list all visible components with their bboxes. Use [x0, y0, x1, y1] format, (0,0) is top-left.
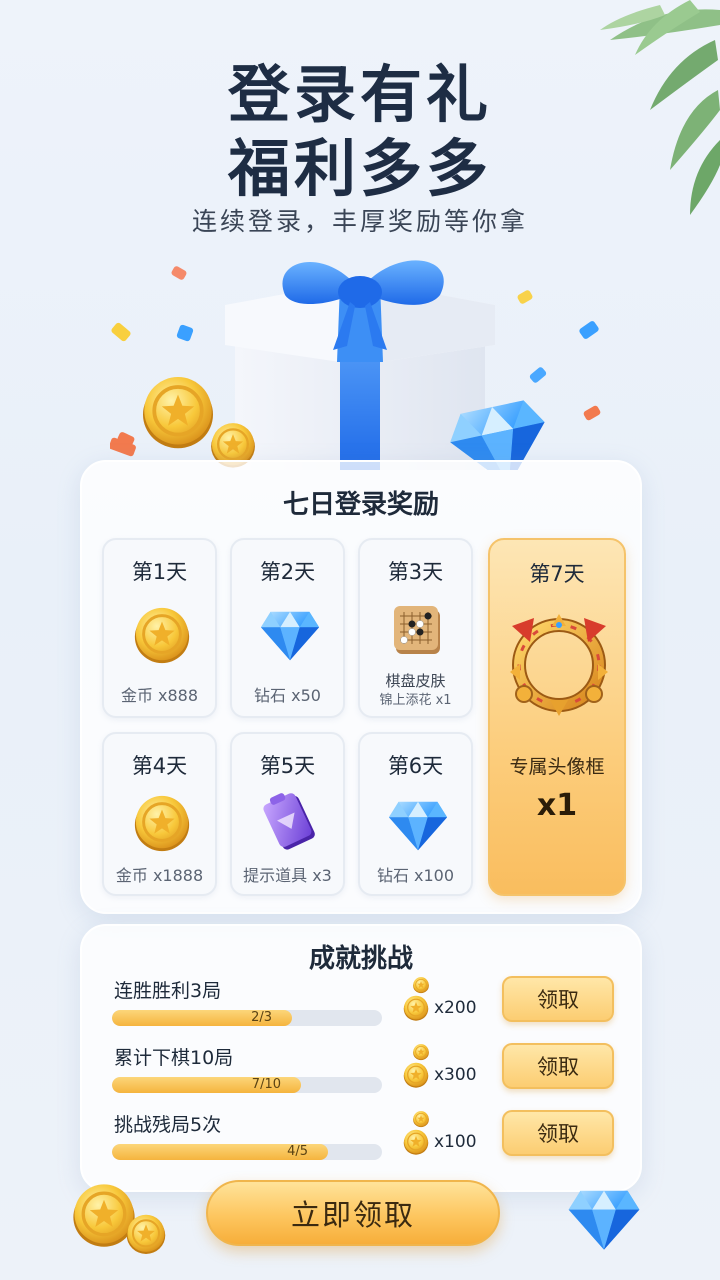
- day-tile-6[interactable]: 第6天 钻石 x100: [358, 732, 473, 896]
- day-reward: 棋盘皮肤 锦上添花 x1: [360, 672, 471, 710]
- progress-text: 2/3: [251, 1010, 273, 1025]
- claim-button[interactable]: 领取: [502, 976, 614, 1022]
- day-reward-sub: 锦上添花 x1: [379, 693, 452, 708]
- day-tile-1[interactable]: 第1天 金币 x888: [102, 538, 217, 718]
- achievement-row: 累计下棋10局 7/10 x300 领取: [112, 1043, 622, 1103]
- day-reward-main: 棋盘皮肤: [385, 672, 446, 690]
- hero-illustration: [0, 240, 720, 470]
- day-reward: 钻石 x50: [254, 686, 321, 705]
- day-tile-3[interactable]: 第3天 棋盘皮肤 锦上添花 x1: [358, 538, 473, 718]
- page-subtitle: 连续登录，丰厚奖励等你拿: [191, 207, 528, 236]
- day-tile-5[interactable]: 第5天 提示道具 x3: [230, 732, 345, 896]
- gold-coins-icon: [403, 1110, 430, 1156]
- gold-coins-icon: [403, 976, 430, 1022]
- progress-bar: 7/10: [112, 1077, 382, 1093]
- day-label: 第1天: [131, 560, 188, 584]
- hint-ticket-icon: [263, 793, 315, 850]
- achievement-reward: x200: [434, 998, 477, 1018]
- progress-text: 4/5: [287, 1144, 308, 1159]
- claim-button[interactable]: 领取: [502, 1043, 614, 1089]
- achievement-reward: x100: [434, 1132, 477, 1152]
- achievements-title: 成就挑战: [308, 944, 413, 974]
- gold-coins-icon: [71, 1182, 167, 1256]
- day-label: 第7天: [529, 562, 585, 586]
- avatar-frame-icon: [510, 614, 608, 716]
- gold-coin-icon: [133, 794, 191, 853]
- diamond-icon: [388, 801, 448, 851]
- achievement-name: 挑战残局5次: [114, 1114, 222, 1136]
- achievement-row: 挑战残局5次 4/5 x100 领取: [112, 1110, 622, 1170]
- progress-bar: 2/3: [112, 1010, 382, 1026]
- gold-coins-icon: [403, 1043, 430, 1089]
- progress-text: 7/10: [251, 1077, 281, 1092]
- seven-day-card: 七日登录奖励 第1天 金币 x888 第2天 钻石 x50 第3天 棋盘皮肤 锦…: [80, 460, 642, 914]
- progress-bar: 4/5: [112, 1144, 382, 1160]
- chessboard-skin-icon: [394, 606, 440, 654]
- page-title-line2: 福利多多: [227, 132, 492, 205]
- day-label: 第5天: [259, 754, 316, 778]
- claim-button[interactable]: 领取: [502, 1110, 614, 1156]
- day-reward: 提示道具 x3: [243, 866, 332, 885]
- day-label: 第2天: [259, 560, 316, 584]
- achievement-row: 连胜胜利3局 2/3 x200 领取: [112, 976, 622, 1036]
- day7-count: x1: [536, 788, 578, 823]
- day-tile-7[interactable]: 第7天 专属头像框 x1: [488, 538, 626, 896]
- day-reward: 钻石 x100: [376, 866, 455, 885]
- seven-day-title: 七日登录奖励: [282, 490, 439, 520]
- achievement-name: 累计下棋10局: [114, 1047, 234, 1069]
- achievement-reward: x300: [434, 1065, 477, 1085]
- diamond-icon: [568, 1190, 640, 1250]
- day7-reward: 专属头像框: [509, 756, 605, 778]
- day-label: 第4天: [131, 754, 188, 778]
- day-reward: 金币 x1888: [115, 866, 204, 885]
- day-tile-2[interactable]: 第2天 钻石 x50: [230, 538, 345, 718]
- day-reward: 金币 x888: [120, 686, 199, 705]
- diamond-icon: [260, 611, 320, 661]
- day-label: 第3天: [387, 560, 444, 584]
- day-tile-4[interactable]: 第4天 金币 x1888: [102, 732, 217, 896]
- gold-coin-icon: [133, 606, 191, 665]
- claim-all-button[interactable]: 立即领取: [206, 1180, 500, 1246]
- achievement-name: 连胜胜利3局: [114, 980, 222, 1002]
- achievements-card: 成就挑战 连胜胜利3局 2/3 x200 领取 累计下棋10局 7/10 x30…: [80, 924, 642, 1192]
- day-label: 第6天: [387, 754, 444, 778]
